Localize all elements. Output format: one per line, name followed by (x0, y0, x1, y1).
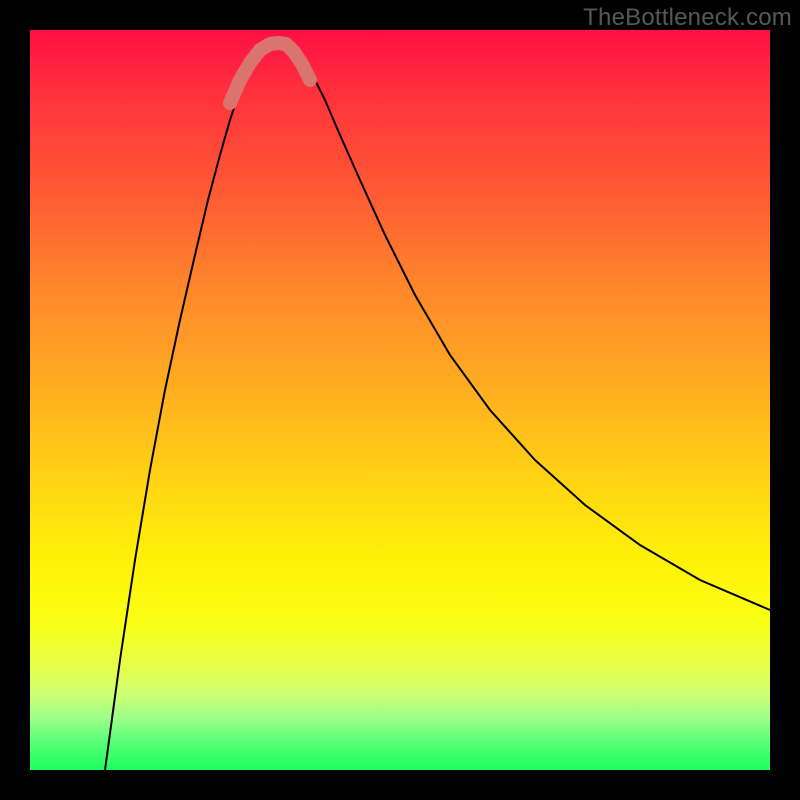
bottleneck-curve (105, 38, 770, 770)
chart-svg (30, 30, 770, 770)
plot-area (30, 30, 770, 770)
marker-u (230, 43, 310, 103)
watermark-text: TheBottleneck.com (583, 4, 792, 32)
chart-frame: TheBottleneck.com (0, 0, 800, 800)
